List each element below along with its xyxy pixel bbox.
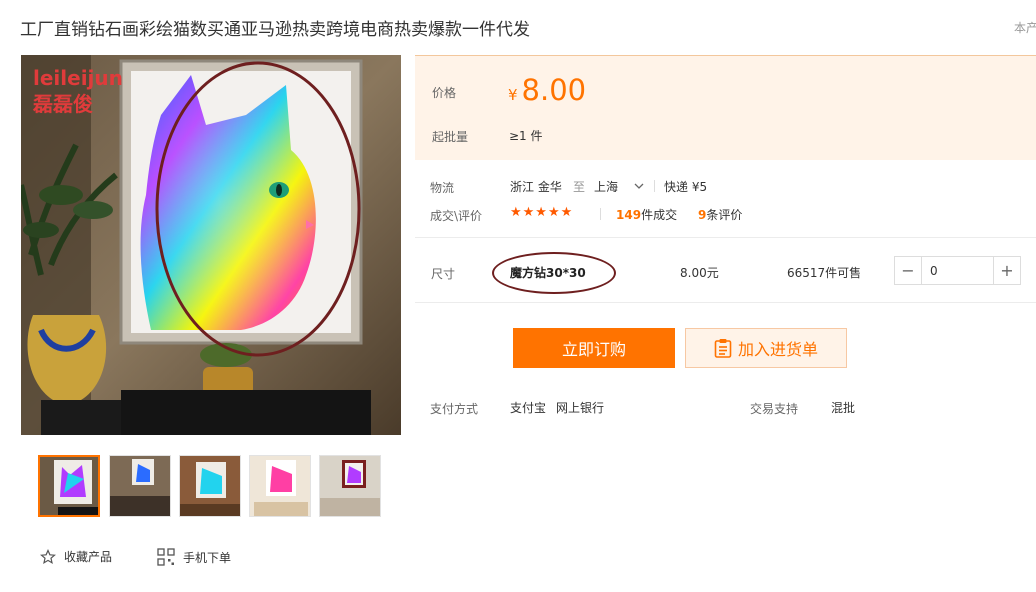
thumbnail-1[interactable] [38, 455, 100, 517]
destination-value: 上海 [594, 180, 619, 194]
logistics-to: 至 [573, 180, 586, 194]
quantity-input[interactable] [922, 257, 993, 284]
quantity-stepper: − + [894, 256, 1021, 285]
mobile-order-label: 手机下单 [183, 550, 232, 565]
sku-name[interactable]: 魔方钻30*30 [510, 264, 586, 281]
buy-now-button[interactable]: 立即订购 [513, 328, 675, 368]
logistics-origin: 浙江 金华 [510, 180, 562, 194]
section-divider-1 [415, 237, 1036, 238]
shipping-fee: 快递 ¥5 [664, 180, 708, 194]
price-panel [415, 55, 1036, 160]
section-divider-2 [415, 302, 1036, 303]
deals-label: 成交\评价 [430, 209, 483, 223]
product-title: 工厂直销钻石画彩绘猫数买通亚马逊热卖跨境电商热卖爆款一件代发 [20, 20, 530, 40]
sku-stock: 66517件可售 [787, 266, 862, 280]
quantity-decrease-button[interactable]: − [895, 257, 922, 284]
sold-label: 件成交 [641, 208, 678, 222]
trade-support-label: 交易支持 [750, 402, 799, 416]
favorite-label: 收藏产品 [64, 550, 113, 564]
thumbnail-4[interactable] [249, 455, 311, 517]
price-value: ¥8.00 [508, 73, 586, 107]
sold-count: 149 [616, 208, 642, 222]
rating-stars: ★★★★★ [510, 205, 574, 220]
price-number: 8.00 [521, 73, 587, 107]
price-label: 价格 [432, 86, 457, 100]
logistics-label: 物流 [430, 181, 455, 195]
clipboard-list-icon [714, 339, 732, 358]
sku-price: 8.00元 [680, 266, 719, 280]
buy-now-label: 立即订购 [561, 340, 626, 359]
thumbnail-3[interactable] [179, 455, 241, 517]
chevron-down-icon [634, 183, 644, 189]
sold-count-link[interactable]: 149件成交 [616, 206, 677, 223]
main-product-image[interactable]: leileijun 磊磊俊 [21, 55, 401, 435]
payment-method-bank: 网上银行 [556, 401, 605, 415]
quantity-increase-button[interactable]: + [993, 257, 1020, 284]
destination-select[interactable]: 上海 [594, 178, 644, 195]
min-order-label: 起批量 [432, 130, 469, 144]
logistics-divider [654, 180, 655, 192]
qr-code-icon [157, 548, 175, 566]
review-count-link[interactable]: 9条评价 [698, 206, 742, 223]
min-order-value: ≥1 件 [509, 129, 543, 143]
currency-symbol: ¥ [508, 86, 518, 104]
favorite-product-button[interactable]: 收藏产品 [40, 548, 112, 565]
thumbnail-2[interactable] [109, 455, 171, 517]
corner-text: 本产 [1014, 21, 1036, 35]
add-to-purchase-list-button[interactable]: 加入进货单 [685, 328, 847, 368]
star-outline-icon [40, 548, 56, 564]
size-label: 尺寸 [431, 267, 456, 281]
payment-method-alipay: 支付宝 [510, 401, 547, 415]
add-to-list-label: 加入进货单 [737, 340, 818, 359]
deals-divider [600, 208, 601, 220]
thumbnail-5[interactable] [319, 455, 381, 517]
annotation-ellipse [155, 61, 361, 357]
review-label: 条评价 [706, 208, 743, 222]
payment-label: 支付方式 [430, 402, 479, 416]
trade-support-value: 混批 [831, 401, 856, 415]
mobile-order-button[interactable]: 手机下单 [157, 548, 231, 566]
